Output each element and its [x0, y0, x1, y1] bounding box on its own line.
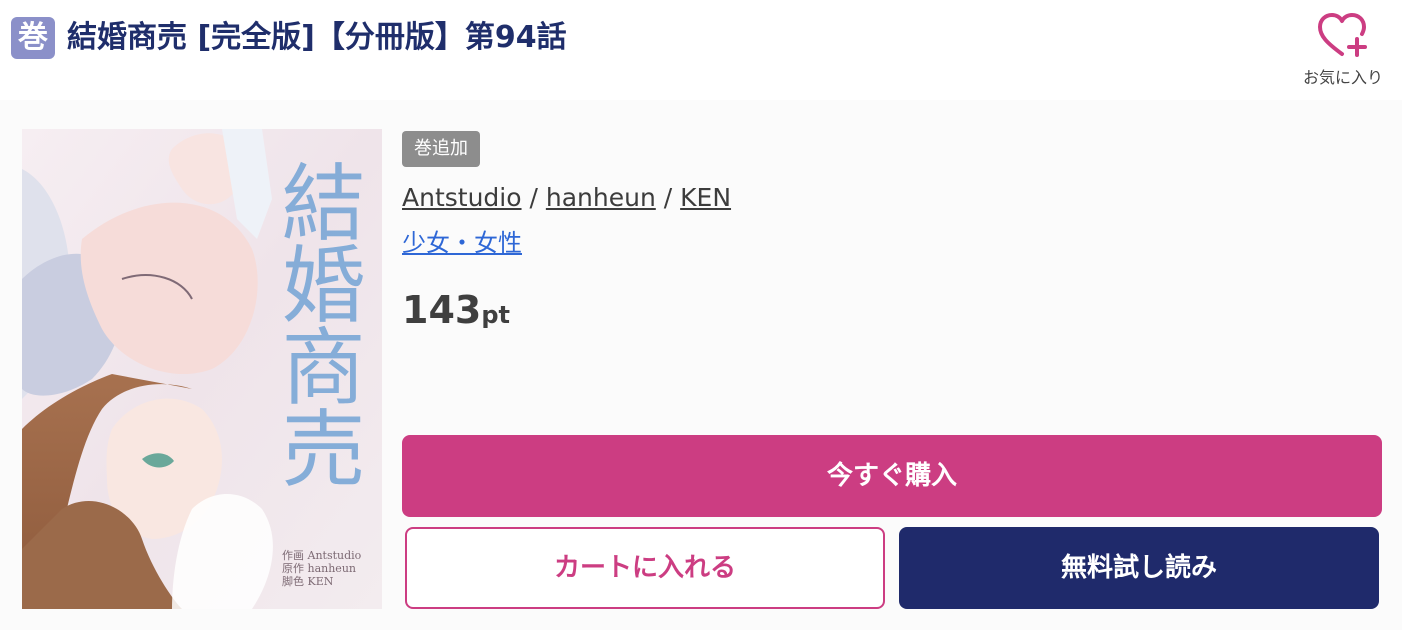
cover-credits: 作画 Antstudio 原作 hanheun 脚色 KEN	[282, 549, 361, 588]
price: 143pt	[402, 286, 510, 334]
favorite-button[interactable]: お気に入り	[1290, 10, 1396, 88]
author-list: Antstudio / hanheun / KEN	[402, 180, 731, 216]
favorite-label: お気に入り	[1302, 68, 1383, 87]
product-header: 巻 結婚商売 [完全版]【分冊版】第94話 お気に入り	[0, 0, 1402, 100]
author-separator: /	[521, 183, 546, 212]
volume-type-badge: 巻	[11, 17, 55, 59]
heart-plus-icon	[1318, 13, 1367, 57]
add-to-cart-button[interactable]: カートに入れる	[405, 527, 885, 609]
buy-now-button[interactable]: 今すぐ購入	[402, 435, 1382, 517]
cover-title: 結婚商売	[268, 159, 366, 487]
author-link[interactable]: KEN	[680, 183, 731, 212]
cover-credit-line: 脚色 KEN	[282, 575, 334, 588]
author-separator: /	[655, 183, 681, 212]
price-value: 143	[402, 288, 482, 332]
author-link[interactable]: Antstudio	[402, 183, 522, 212]
product-page: 巻 結婚商売 [完全版]【分冊版】第94話 お気に入り 結婚商売 作画 Ants…	[0, 0, 1402, 630]
free-trial-button[interactable]: 無料試し読み	[899, 527, 1379, 609]
cover-credit-line: 原作 hanheun	[282, 562, 356, 575]
price-unit: pt	[481, 301, 510, 329]
cover-image[interactable]: 結婚商売 作画 Antstudio 原作 hanheun 脚色 KEN	[22, 129, 382, 609]
page-title: 結婚商売 [完全版]【分冊版】第94話	[67, 20, 567, 55]
status-badge: 巻追加	[402, 131, 480, 167]
author-link[interactable]: hanheun	[546, 183, 656, 212]
cover-credit-line: 作画 Antstudio	[282, 549, 362, 562]
genre-link[interactable]: 少女・女性	[402, 225, 522, 261]
